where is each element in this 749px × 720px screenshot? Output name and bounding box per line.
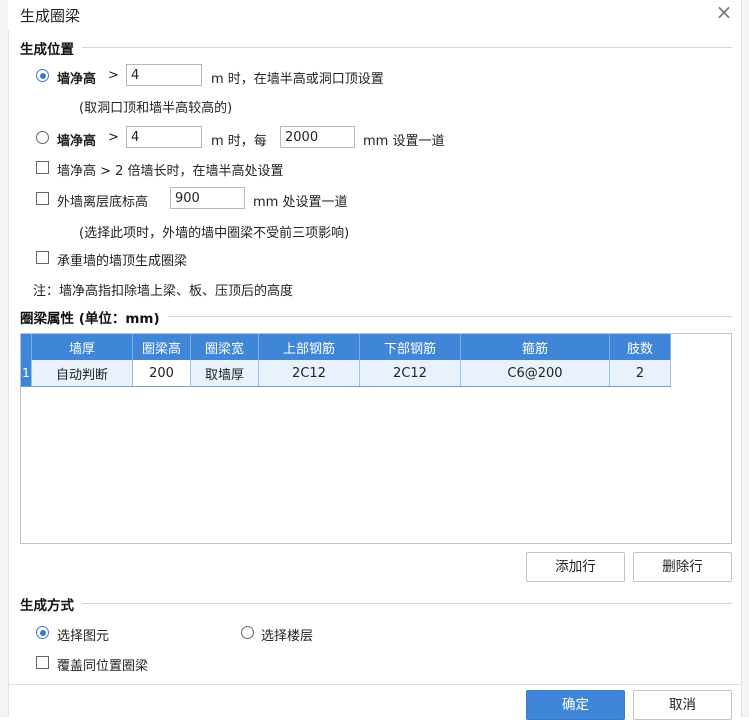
opt1-label: 墙净高	[57, 72, 97, 87]
opt5-label: 承重墙的墙顶生成圈梁	[57, 254, 188, 269]
section-title-position: 生成位置	[20, 38, 82, 58]
ok-button[interactable]: 确定	[526, 690, 625, 720]
opt3-label: 墙净高 > 2 倍墙长时，在墙半高处设置	[57, 164, 284, 179]
background-window-edge-left	[0, 0, 9, 717]
checkbox-opt4[interactable]	[36, 192, 49, 205]
opt4-label: 外墙离层底标高	[57, 195, 149, 210]
table-corner	[21, 334, 32, 360]
table-cell[interactable]: 2C12	[359, 360, 461, 387]
background-window-edge-right	[741, 0, 749, 717]
opt2-interval-input[interactable]	[280, 126, 355, 148]
column-header[interactable]: 上部钢筋	[258, 334, 360, 360]
opt2-operator: >	[108, 130, 119, 145]
row-index[interactable]: 1	[21, 360, 32, 387]
column-header[interactable]: 墙厚	[31, 334, 133, 360]
beam-properties-table: 墙厚 圈梁高 圈梁宽 上部钢筋 下部钢筋 箍筋 肢数 1 自动判断 200 取墙…	[21, 334, 671, 387]
table-cell[interactable]: 取墙厚	[190, 360, 259, 387]
column-header[interactable]: 圈梁宽	[190, 334, 259, 360]
opt4-note: (选择此项时，外墙的墙中圈梁不受前三项影响)	[79, 226, 350, 241]
opt2-suffix: mm 设置一道	[363, 134, 445, 149]
checkbox-opt3[interactable]	[36, 161, 49, 174]
opt1-operator: >	[108, 68, 119, 83]
table-row[interactable]: 1 自动判断 200 取墙厚 2C12 2C12 C6@200 2	[21, 360, 671, 387]
opt2-mid: m 时，每	[211, 134, 267, 149]
position-footnote: 注：墙净高指扣除墙上梁、板、压顶后的高度	[33, 284, 294, 299]
table-cell[interactable]: 自动判断	[31, 360, 133, 387]
opt1-suffix: m 时，在墙半高或洞口顶设置	[211, 72, 384, 87]
checkbox-overwrite[interactable]	[36, 656, 49, 669]
column-header[interactable]: 下部钢筋	[359, 334, 461, 360]
overwrite-label: 覆盖同位置圈梁	[57, 659, 149, 674]
delete-row-button[interactable]: 删除行	[633, 552, 732, 582]
section-title-method: 生成方式	[20, 594, 82, 614]
column-header[interactable]: 箍筋	[460, 334, 610, 360]
table-cell[interactable]: 2C12	[258, 360, 360, 387]
radio-opt1[interactable]	[36, 69, 49, 82]
opt2-height-input[interactable]	[126, 126, 202, 148]
section-title-props: 圈梁属性 (单位：mm)	[20, 307, 168, 327]
section-divider	[20, 603, 732, 604]
column-header[interactable]: 圈梁高	[132, 334, 191, 360]
footer-divider	[8, 684, 741, 685]
opt1-height-input[interactable]	[126, 64, 202, 86]
table-cell[interactable]: 200	[132, 360, 191, 387]
beam-properties-grid[interactable]: 墙厚 圈梁高 圈梁宽 上部钢筋 下部钢筋 箍筋 肢数 1 自动判断 200 取墙…	[20, 333, 732, 544]
radio-select-floor[interactable]	[241, 626, 254, 639]
dialog-title: 生成圈梁	[20, 7, 81, 25]
opt4-elevation-input[interactable]	[170, 187, 245, 209]
checkbox-opt5[interactable]	[36, 251, 49, 264]
opt4-suffix: mm 处设置一道	[253, 195, 348, 210]
cancel-button[interactable]: 取消	[633, 690, 732, 720]
select-element-label: 选择图元	[57, 629, 110, 644]
dialog-titlebar	[8, 0, 741, 30]
radio-opt2[interactable]	[36, 131, 49, 144]
table-header-row: 墙厚 圈梁高 圈梁宽 上部钢筋 下部钢筋 箍筋 肢数	[21, 334, 671, 360]
column-header[interactable]: 肢数	[609, 334, 671, 360]
add-row-button[interactable]: 添加行	[526, 552, 625, 582]
table-cell[interactable]: C6@200	[460, 360, 610, 387]
opt2-label: 墙净高	[57, 134, 97, 149]
close-icon[interactable]: ×	[712, 0, 736, 24]
select-floor-label: 选择楼层	[261, 629, 314, 644]
table-cell[interactable]: 2	[609, 360, 671, 387]
radio-select-element[interactable]	[36, 626, 49, 639]
opt1-note: (取洞口顶和墙半高较高的)	[79, 101, 233, 116]
section-divider	[20, 47, 732, 48]
